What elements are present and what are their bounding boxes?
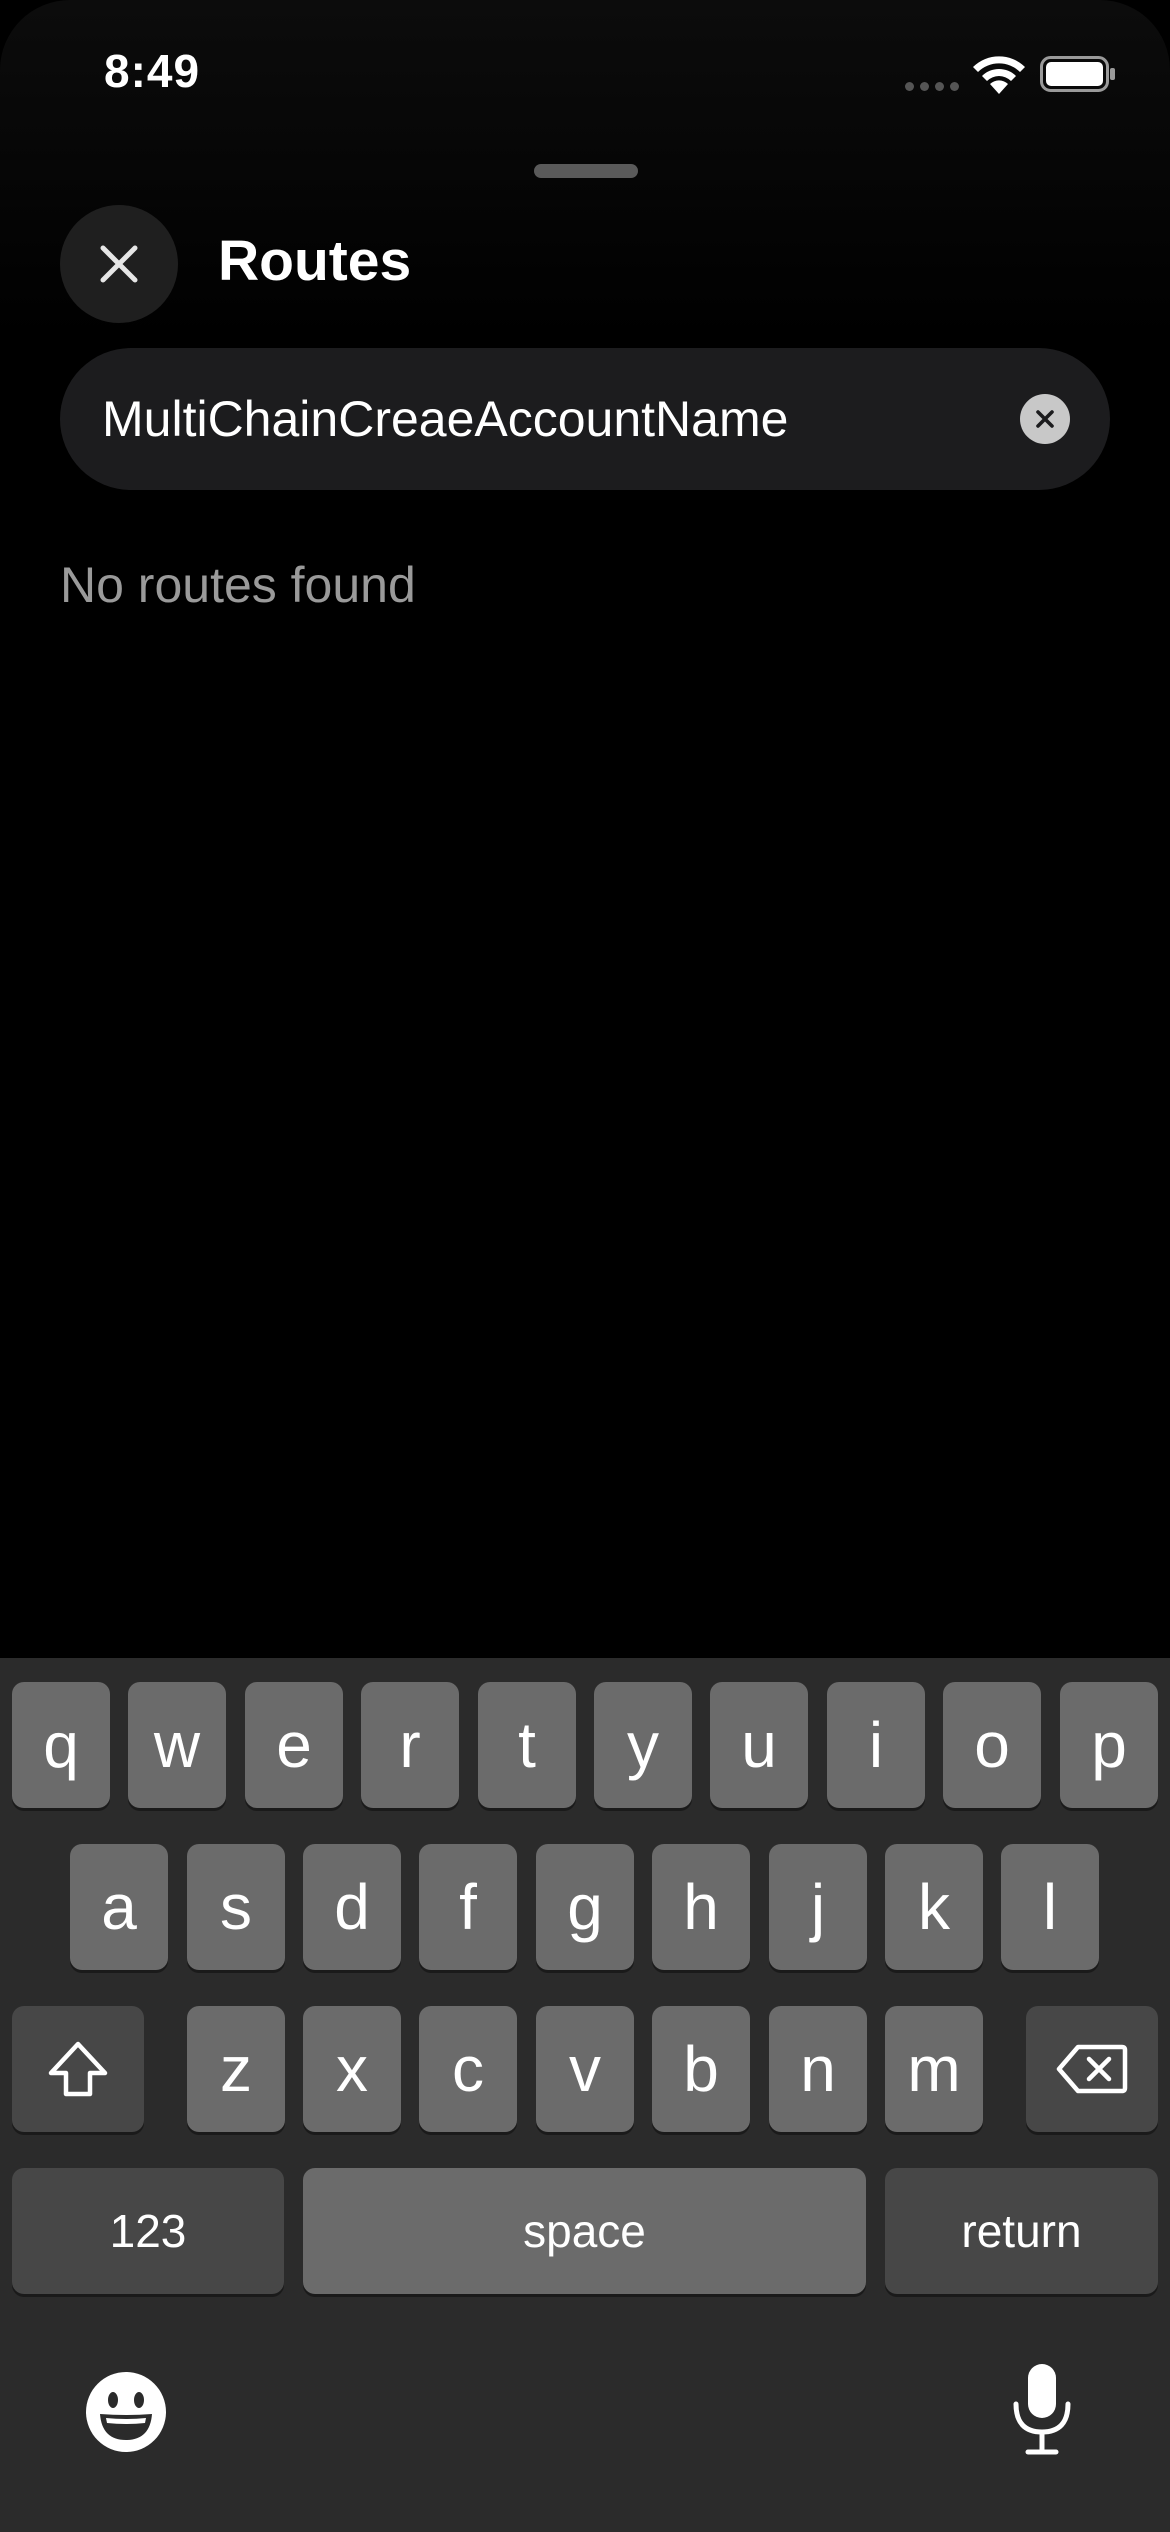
key-b[interactable]: b — [652, 2006, 750, 2132]
key-a[interactable]: a — [70, 1844, 168, 1970]
key-x[interactable]: x — [303, 2006, 401, 2132]
key-s[interactable]: s — [187, 1844, 285, 1970]
key-v[interactable]: v — [536, 2006, 634, 2132]
battery-icon — [1040, 56, 1115, 92]
microphone-icon[interactable] — [1010, 2362, 1074, 2458]
status-time: 8:49 — [104, 45, 201, 97]
close-icon — [100, 245, 138, 283]
return-key[interactable]: return — [885, 2168, 1158, 2294]
key-i[interactable]: i — [827, 1682, 925, 1808]
page-title: Routes — [218, 229, 412, 293]
signal-dots-icon — [905, 82, 959, 91]
key-l[interactable]: l — [1001, 1844, 1099, 1970]
key-z[interactable]: z — [187, 2006, 285, 2132]
routes-sheet: 8:49 Routes No routes found q w e — [0, 0, 1170, 2532]
clear-icon — [1036, 410, 1054, 428]
key-w[interactable]: w — [128, 1682, 226, 1808]
wifi-icon — [973, 56, 1025, 94]
numbers-key[interactable]: 123 — [12, 2168, 284, 2294]
search-input[interactable] — [102, 348, 1002, 490]
key-e[interactable]: e — [245, 1682, 343, 1808]
key-k[interactable]: k — [885, 1844, 983, 1970]
space-key[interactable]: space — [303, 2168, 866, 2294]
key-t[interactable]: t — [478, 1682, 576, 1808]
clear-search-button[interactable] — [1020, 394, 1070, 444]
search-field[interactable] — [60, 348, 1110, 490]
key-h[interactable]: h — [652, 1844, 750, 1970]
empty-results-message: No routes found — [60, 557, 416, 613]
sheet-grabber[interactable] — [534, 164, 638, 178]
shift-key[interactable] — [12, 2006, 144, 2132]
key-u[interactable]: u — [710, 1682, 808, 1808]
close-button[interactable] — [60, 205, 178, 323]
key-j[interactable]: j — [769, 1844, 867, 1970]
keyboard: q w e r t y u i o p a s d f g h j k l z … — [0, 1658, 1170, 2532]
key-r[interactable]: r — [361, 1682, 459, 1808]
shift-icon — [48, 2041, 108, 2097]
key-q[interactable]: q — [12, 1682, 110, 1808]
key-g[interactable]: g — [536, 1844, 634, 1970]
key-n[interactable]: n — [769, 2006, 867, 2132]
key-f[interactable]: f — [419, 1844, 517, 1970]
key-d[interactable]: d — [303, 1844, 401, 1970]
key-y[interactable]: y — [594, 1682, 692, 1808]
key-m[interactable]: m — [885, 2006, 983, 2132]
key-p[interactable]: p — [1060, 1682, 1158, 1808]
delete-key[interactable] — [1026, 2006, 1158, 2132]
emoji-icon[interactable] — [84, 2370, 168, 2454]
key-c[interactable]: c — [419, 2006, 517, 2132]
key-o[interactable]: o — [943, 1682, 1041, 1808]
delete-icon — [1056, 2044, 1128, 2094]
